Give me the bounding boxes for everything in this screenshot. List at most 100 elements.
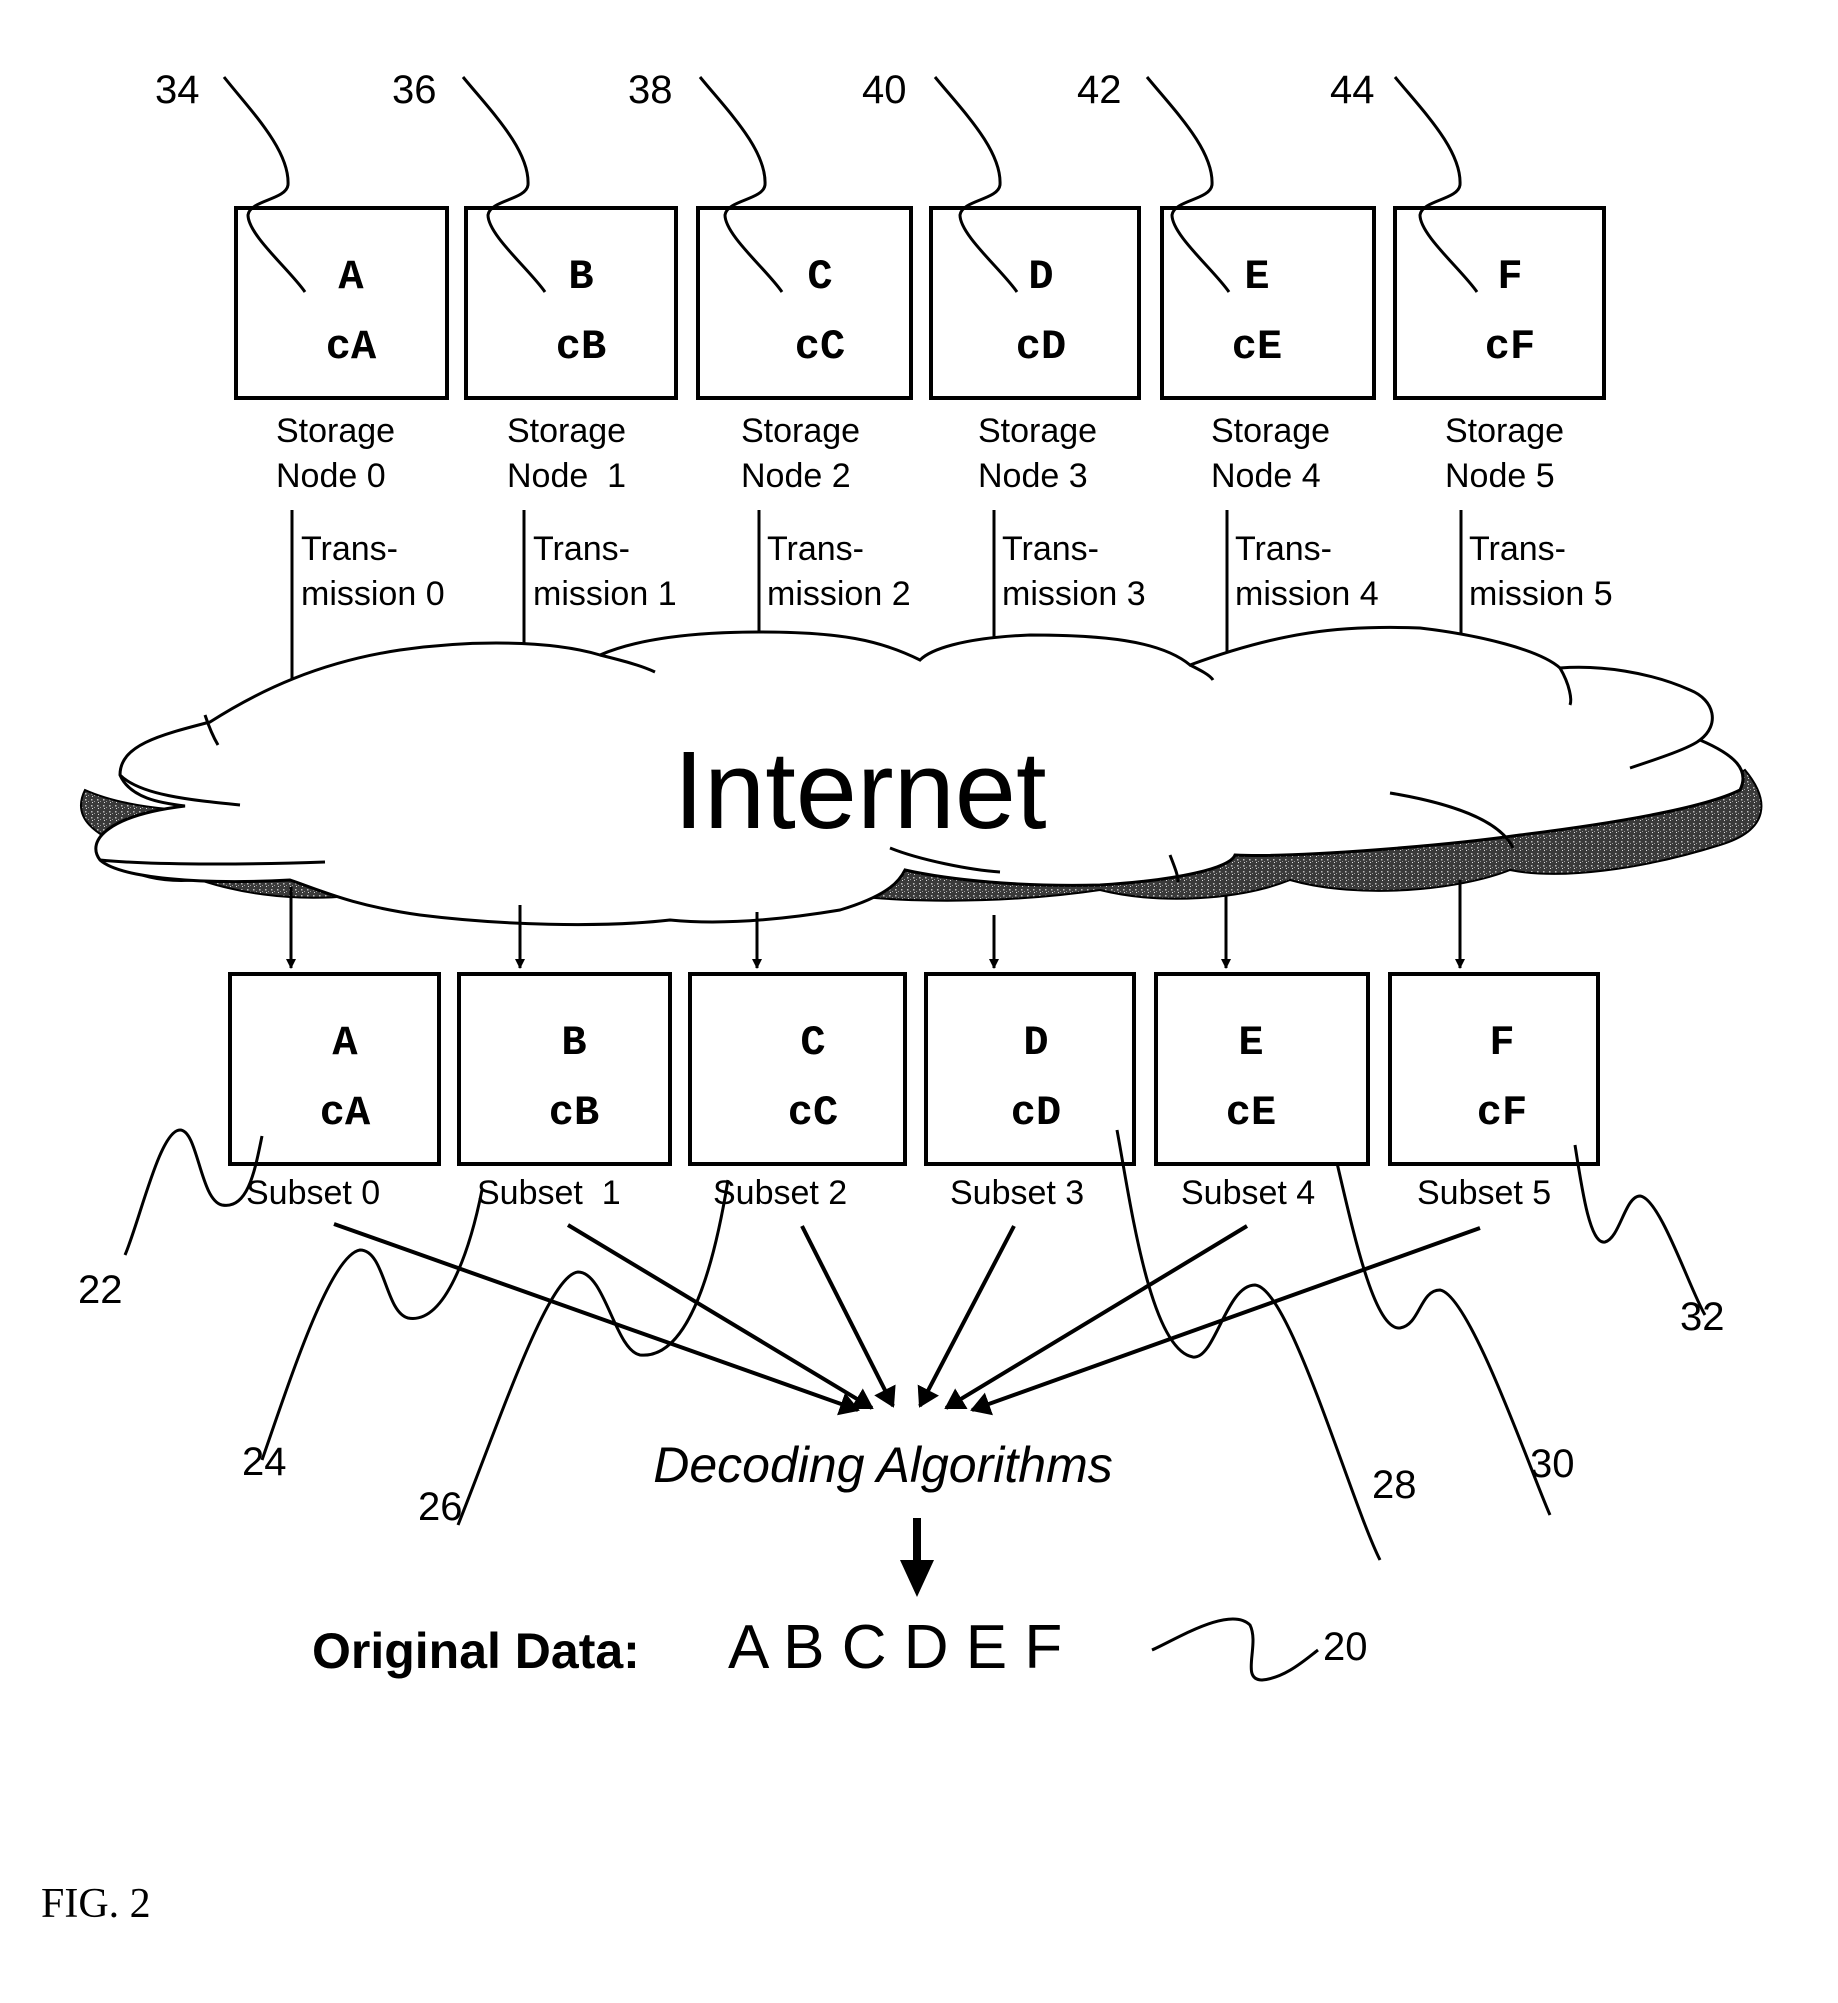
- transmission-label: Trans-: [767, 530, 864, 568]
- internet-cloud: Internet: [79, 625, 1763, 927]
- storage-node-label: Storage: [1445, 412, 1564, 450]
- reference-number: 38: [628, 68, 673, 112]
- leader-line: [1151, 1617, 1319, 1682]
- storage-node-code: cB: [556, 323, 606, 371]
- subset-data: D: [1023, 1019, 1048, 1067]
- storage-node-label: Storage: [741, 412, 860, 450]
- reference-number: 40: [862, 68, 907, 112]
- subset: D cD: [924, 972, 1136, 1166]
- storage-nodes-row: A cA B cB C cC D cD E cE F cF: [234, 206, 1606, 400]
- subset-code: cB: [549, 1089, 599, 1137]
- original-data: Original Data: A B C D E F 20: [312, 1613, 1368, 1682]
- leader-line: [1573, 1144, 1707, 1316]
- storage-node-code: cD: [1016, 323, 1066, 371]
- reference-number: 20: [1323, 1625, 1368, 1669]
- storage-node: D cD: [929, 206, 1141, 400]
- storage-node: F cF: [1393, 206, 1606, 400]
- subset-label: Subset 4: [1181, 1174, 1315, 1212]
- storage-node-label: Node 4: [1211, 457, 1321, 495]
- storage-node-data: C: [807, 253, 832, 301]
- storage-node-data: F: [1497, 253, 1522, 301]
- transmission-label: Trans-: [1002, 530, 1099, 568]
- subset: E cE: [1154, 972, 1370, 1166]
- transmission-label: mission 0: [301, 575, 445, 613]
- transmission-label: Trans-: [533, 530, 630, 568]
- decoding-algorithms-label: Decoding Algorithms: [653, 1437, 1112, 1493]
- transmission-label: mission 4: [1235, 575, 1379, 613]
- storage-node-label: Node 2: [741, 457, 851, 495]
- transmission-label: mission 3: [1002, 575, 1146, 613]
- subset-label: Subset 3: [950, 1174, 1084, 1212]
- storage-node-code: cF: [1485, 323, 1535, 371]
- subset-label: Subset 0: [246, 1174, 380, 1212]
- subset-code: cF: [1477, 1089, 1527, 1137]
- original-data-value: A B C D E F: [728, 1613, 1062, 1682]
- storage-node-labels: Storage Node 0 Storage Node 1 Storage No…: [276, 412, 1564, 495]
- storage-node-data: B: [568, 253, 593, 301]
- subset-code: cD: [1011, 1089, 1061, 1137]
- storage-node-label: Storage: [507, 412, 626, 450]
- reference-number: 42: [1077, 68, 1122, 112]
- decode-input-arrow: [917, 1225, 1016, 1408]
- reference-number: 30: [1530, 1442, 1575, 1486]
- arrow-down-icon: [900, 1560, 934, 1597]
- storage-node-label: Node 0: [276, 457, 386, 495]
- subset-code: cC: [788, 1089, 838, 1137]
- storage-node-code: cC: [795, 323, 845, 371]
- decode-input-arrows: [333, 1222, 1481, 1416]
- subset-data: A: [332, 1019, 358, 1067]
- subset-label: Subset 5: [1417, 1174, 1551, 1212]
- subset: C cC: [688, 972, 907, 1166]
- storage-node-label: Node 3: [978, 457, 1088, 495]
- storage-node: A cA: [234, 206, 449, 400]
- decode-input-arrow: [566, 1223, 874, 1410]
- subset-labels: Subset 0 Subset 1 Subset 2 Subset 3 Subs…: [246, 1174, 1551, 1212]
- transmission-label: Trans-: [1235, 530, 1332, 568]
- storage-node: E cE: [1160, 206, 1376, 400]
- reference-number: 44: [1330, 68, 1375, 112]
- transmission-label: mission 2: [767, 575, 911, 613]
- reference-number: 34: [155, 68, 200, 112]
- transmission-label: mission 5: [1469, 575, 1613, 613]
- figure-label: FIG. 2: [41, 1881, 151, 1927]
- storage-node-label: Storage: [276, 412, 395, 450]
- top-reference-numbers: 34 36 38 40 42 44: [155, 68, 1375, 112]
- storage-node-data: A: [338, 253, 364, 301]
- subset-label: Subset 1: [477, 1174, 621, 1212]
- storage-node-label: Node 5: [1445, 457, 1555, 495]
- reference-number: 36: [392, 68, 437, 112]
- leader-line: [260, 1189, 484, 1461]
- decode-input-arrow: [800, 1225, 896, 1408]
- reference-number: 24: [242, 1440, 287, 1484]
- storage-node-label: Storage: [978, 412, 1097, 450]
- fig2-diagram: A cA B cB C cC D cD E cE F cF 34 36 38 4…: [41, 68, 1763, 1927]
- subset-data: B: [561, 1019, 586, 1067]
- subset: A cA: [228, 972, 441, 1166]
- storage-node-data: D: [1028, 253, 1053, 301]
- storage-node-code: cE: [1232, 323, 1282, 371]
- reference-number: 22: [78, 1268, 123, 1312]
- decode-output-arrow: [900, 1518, 934, 1597]
- subset-data: F: [1489, 1019, 1514, 1067]
- subset-data: E: [1238, 1019, 1263, 1067]
- storage-node-label: Node 1: [507, 457, 626, 495]
- transmission-label: Trans-: [301, 530, 398, 568]
- decode-input-arrow: [970, 1226, 1481, 1416]
- reference-number: 26: [418, 1485, 463, 1529]
- storage-node-label: Storage: [1211, 412, 1330, 450]
- storage-node-data: E: [1244, 253, 1269, 301]
- transmission-label: mission 1: [533, 575, 677, 613]
- reference-number: 32: [1680, 1295, 1725, 1339]
- leader-line: [1335, 1162, 1552, 1516]
- subset-code: cA: [320, 1089, 371, 1137]
- subset-data: C: [800, 1019, 825, 1067]
- subset: F cF: [1388, 972, 1600, 1166]
- transmission-label: Trans-: [1469, 530, 1566, 568]
- subset-label: Subset 2: [713, 1174, 847, 1212]
- subset-code: cE: [1226, 1089, 1276, 1137]
- original-data-label: Original Data:: [312, 1623, 640, 1679]
- subsets-row: A cA B cB C cC D cD E cE F cF: [228, 972, 1600, 1166]
- decode-input-arrow: [944, 1224, 1249, 1410]
- storage-node-code: cA: [326, 323, 377, 371]
- reference-number: 28: [1372, 1463, 1417, 1507]
